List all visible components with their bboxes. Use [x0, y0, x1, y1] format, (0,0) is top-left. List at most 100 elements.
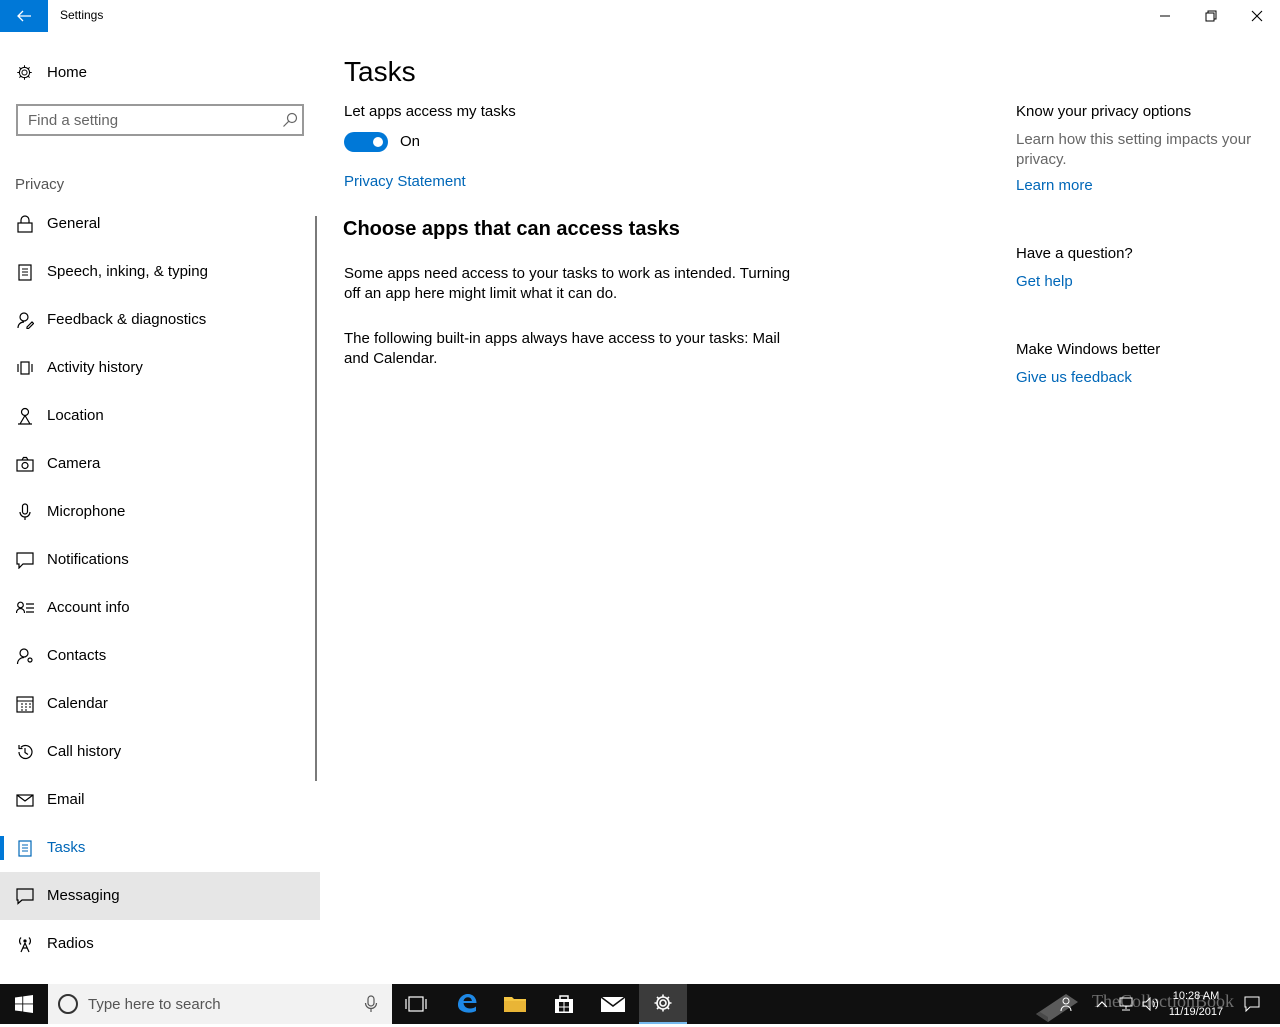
sidebar: Home Privacy General Speech, inking, & t… [0, 32, 320, 984]
task-view-button[interactable] [392, 984, 440, 1024]
people-button[interactable] [1056, 984, 1080, 1024]
network-button[interactable] [1116, 984, 1136, 1024]
toggle-knob [373, 137, 383, 147]
selection-indicator [0, 836, 4, 860]
sidebar-item-label: Messaging [47, 887, 120, 904]
taskbar-search-box[interactable]: Type here to search [48, 984, 392, 1024]
sidebar-item-label: Microphone [47, 503, 126, 520]
mail-icon [600, 996, 626, 1012]
account-info-icon [16, 601, 34, 614]
sidebar-item-location[interactable]: Location [0, 392, 320, 440]
close-icon [1251, 10, 1263, 22]
minimize-button[interactable] [1142, 0, 1188, 32]
chevron-up-icon [1096, 1001, 1108, 1008]
find-setting-search[interactable] [16, 104, 304, 136]
sidebar-item-label: Contacts [47, 647, 107, 664]
question-heading: Have a question? [1016, 245, 1133, 262]
close-button[interactable] [1234, 0, 1280, 32]
sidebar-item-call-history[interactable]: Call history [0, 728, 320, 776]
action-center-icon [1244, 996, 1260, 1012]
mail-button[interactable] [589, 984, 637, 1024]
radios-icon [19, 937, 31, 953]
minimize-icon [1160, 15, 1170, 17]
show-hidden-icons-button[interactable] [1092, 984, 1112, 1024]
sidebar-item-general[interactable]: General [0, 200, 320, 248]
home-label: Home [47, 64, 88, 81]
back-arrow-icon [17, 10, 31, 22]
home-nav-item[interactable]: Home [0, 56, 320, 90]
sidebar-item-label: Speech, inking, & typing [47, 263, 208, 280]
network-icon [1119, 997, 1133, 1011]
description-text: Some apps need access to your tasks to w… [344, 265, 791, 302]
toggle-label: Let apps access my tasks [344, 103, 516, 120]
sidebar-item-calendar[interactable]: Calendar [0, 680, 320, 728]
folder-icon [504, 997, 526, 1012]
restore-button[interactable] [1188, 0, 1234, 32]
sidebar-item-account-info[interactable]: Account info [0, 584, 320, 632]
notifications-icon [16, 552, 34, 569]
store-button[interactable] [540, 984, 588, 1024]
people-icon [1060, 997, 1072, 1012]
sidebar-item-label: Call history [47, 743, 122, 760]
restore-icon [1205, 10, 1217, 22]
edge-browser-button[interactable] [443, 984, 491, 1024]
sidebar-item-label: Notifications [47, 551, 129, 568]
camera-icon [16, 456, 34, 472]
call-history-icon [18, 744, 33, 760]
learn-more-link[interactable]: Learn more [1016, 177, 1093, 194]
sidebar-item-label: Tasks [47, 839, 86, 856]
contacts-icon [16, 648, 33, 665]
microphone-icon [19, 503, 31, 520]
toggle-state-text: On [400, 133, 421, 150]
calendar-icon [16, 696, 34, 713]
action-center-button[interactable] [1236, 984, 1268, 1024]
sidebar-item-label: General [47, 215, 101, 232]
windows-logo-icon [15, 995, 33, 1013]
window-title: Settings [60, 8, 104, 22]
volume-icon [1142, 997, 1159, 1011]
microphone-icon[interactable] [364, 995, 378, 1013]
sidebar-item-radios[interactable]: Radios [0, 920, 320, 968]
sidebar-item-label: Feedback & diagnostics [47, 311, 207, 328]
file-explorer-button[interactable] [491, 984, 539, 1024]
sidebar-item-feedback[interactable]: Feedback & diagnostics [0, 296, 320, 344]
clock-time: 10:28 AM [1172, 990, 1220, 1002]
system-clock[interactable]: 10:28 AM 11/19/2017 [1160, 988, 1232, 1020]
sidebar-item-notifications[interactable]: Notifications [0, 536, 320, 584]
tasks-access-toggle[interactable] [344, 132, 388, 152]
search-input[interactable] [18, 106, 276, 134]
sidebar-item-activity-history[interactable]: Activity history [0, 344, 320, 392]
sidebar-item-microphone[interactable]: Microphone [0, 488, 320, 536]
email-icon [16, 794, 34, 807]
lock-icon [17, 215, 33, 233]
volume-button[interactable] [1140, 984, 1162, 1024]
settings-taskbar-button[interactable] [639, 984, 687, 1024]
windows-better-heading: Make Windows better [1016, 341, 1161, 358]
get-help-link[interactable]: Get help [1016, 273, 1073, 290]
privacy-statement-link[interactable]: Privacy Statement [344, 173, 466, 190]
taskbar: Type here to search TheCollectionBook 10… [0, 984, 1280, 1024]
sidebar-item-tasks[interactable]: Tasks [0, 824, 320, 872]
gear-icon [654, 994, 672, 1012]
sidebar-item-speech[interactable]: Speech, inking, & typing [0, 248, 320, 296]
store-icon [555, 995, 573, 1013]
activity-icon [17, 361, 33, 375]
edge-icon [458, 994, 477, 1013]
messaging-icon [16, 888, 34, 905]
sidebar-item-contacts[interactable]: Contacts [0, 632, 320, 680]
sidebar-item-label: Account info [47, 599, 130, 616]
section-heading: Choose apps that can access tasks [343, 218, 680, 240]
sidebar-item-label: Location [47, 407, 104, 424]
sidebar-item-label: Activity history [47, 359, 143, 376]
sidebar-item-camera[interactable]: Camera [0, 440, 320, 488]
start-button[interactable] [0, 984, 48, 1024]
sidebar-item-messaging[interactable]: Messaging [0, 872, 320, 920]
search-icon[interactable] [282, 112, 298, 128]
sidebar-item-label: Camera [47, 455, 101, 472]
clock-date: 11/19/2017 [1168, 1006, 1224, 1018]
sidebar-item-email[interactable]: Email [0, 776, 320, 824]
sidebar-item-label: Email [47, 791, 85, 808]
sidebar-scrollbar[interactable] [315, 216, 317, 781]
back-button[interactable] [0, 0, 48, 32]
give-feedback-link[interactable]: Give us feedback [1016, 369, 1132, 386]
